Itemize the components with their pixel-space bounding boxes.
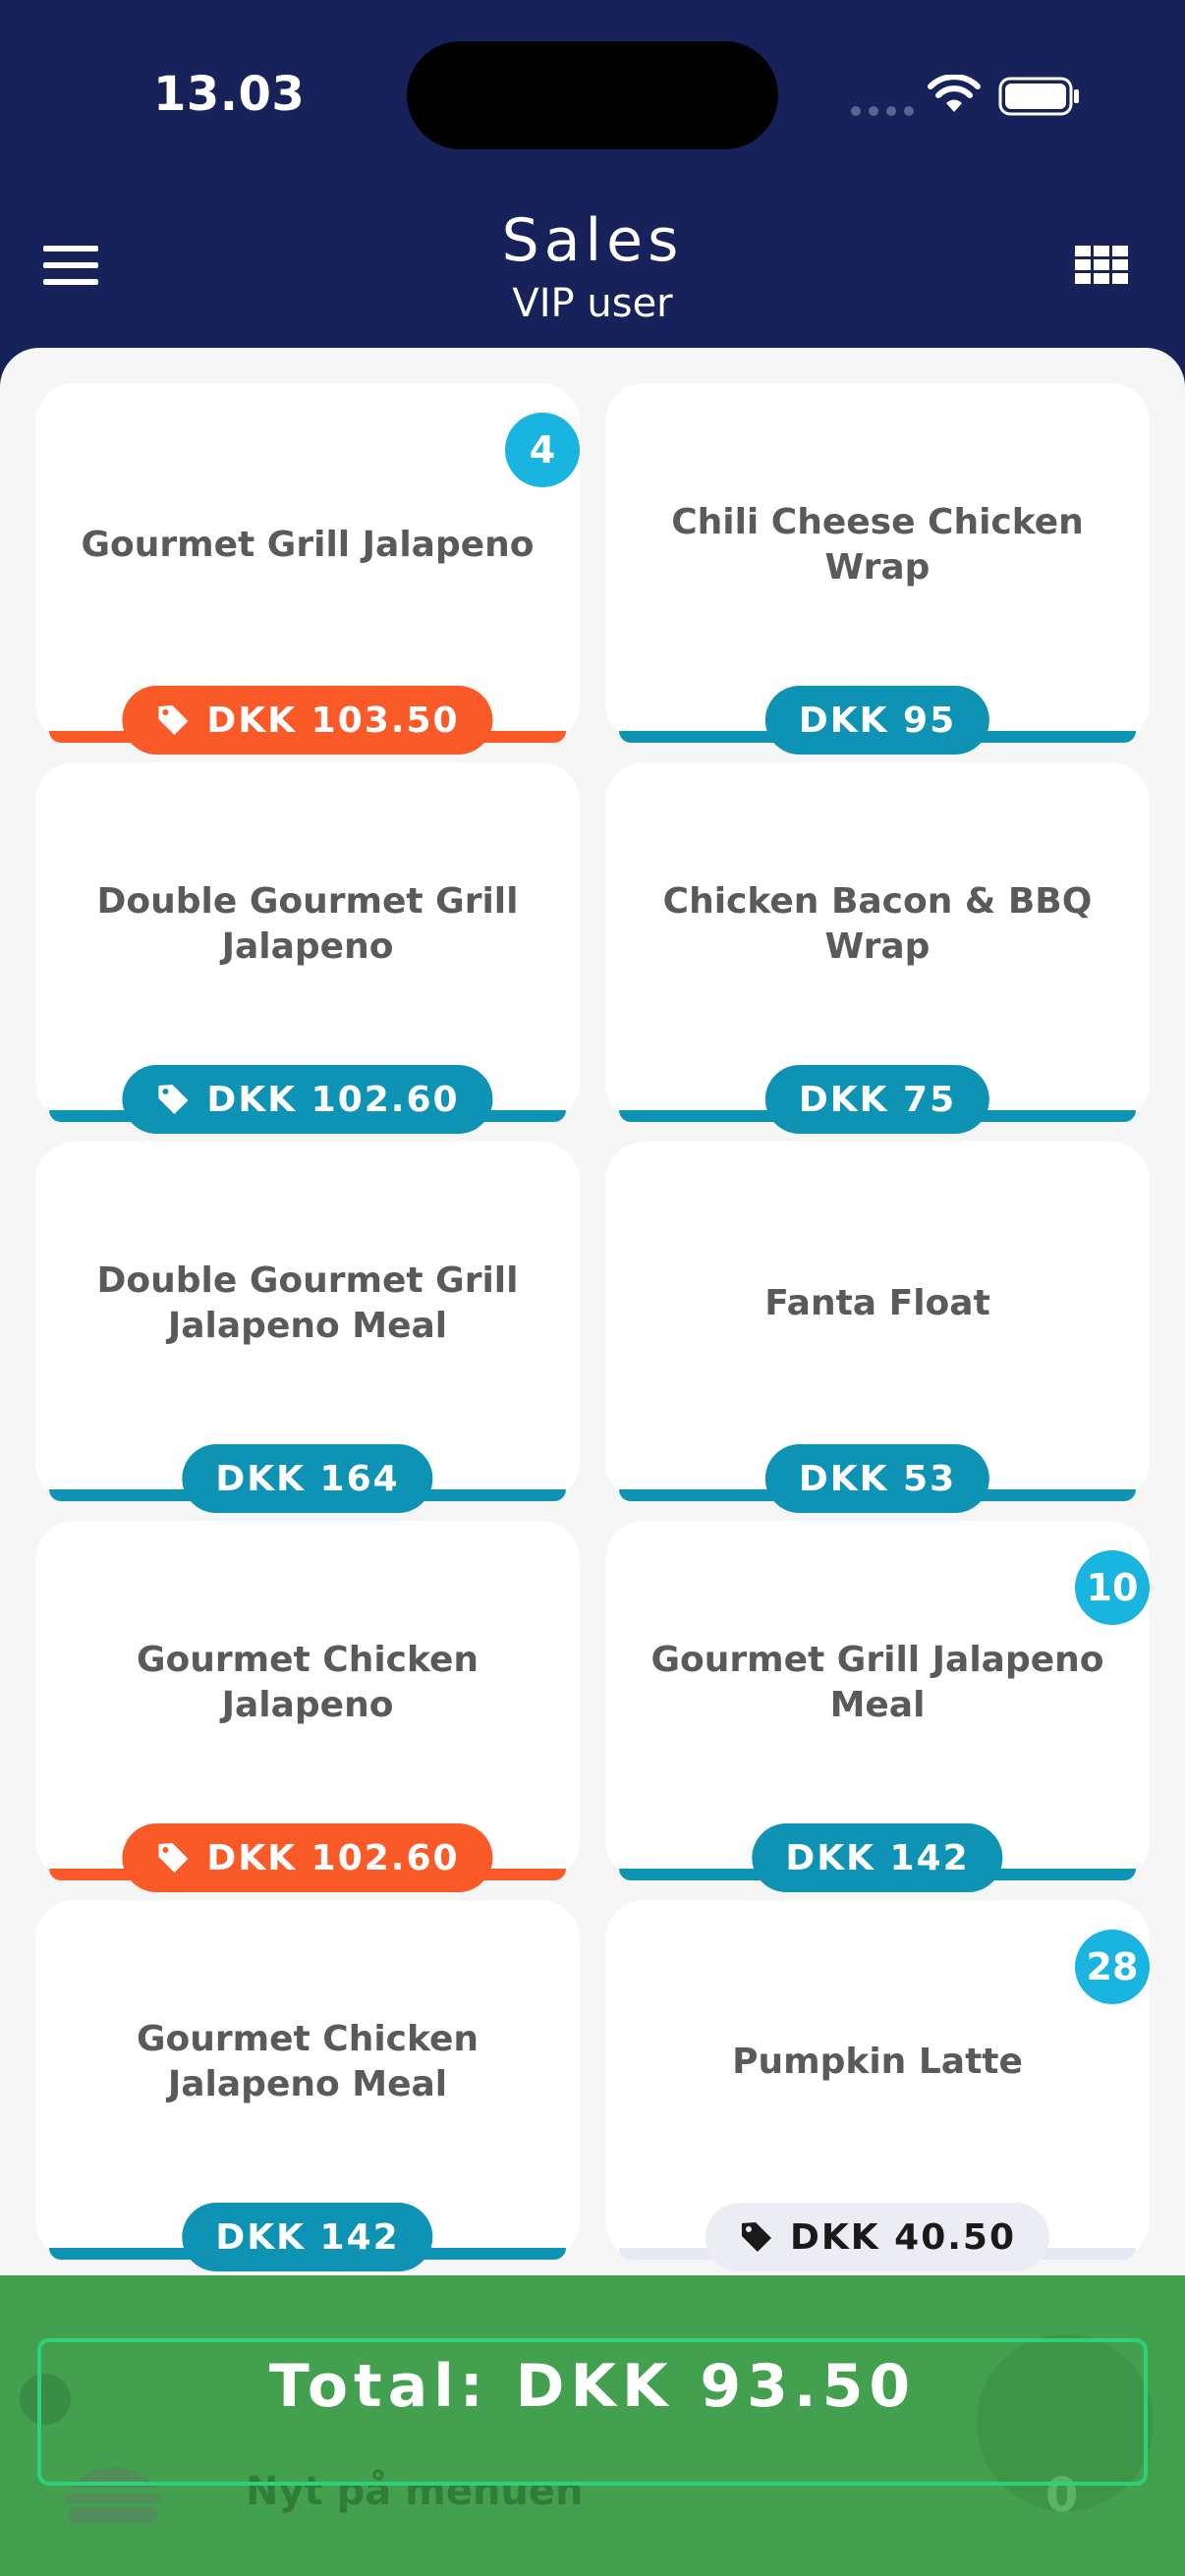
price-tag-icon: [155, 1082, 191, 1117]
price-pill: DKK 103.50: [122, 686, 493, 755]
price-pill: DKK 75: [764, 1065, 990, 1134]
quantity-badge: 10: [1075, 1550, 1150, 1625]
product-card[interactable]: Gourmet Chicken Jalapeno Meal DKK 142: [35, 1900, 580, 2271]
product-card[interactable]: Gourmet Grill Jalapeno Meal DKK 142 10: [605, 1521, 1150, 1892]
product-card[interactable]: Chicken Bacon & BBQ Wrap DKK 75: [605, 762, 1150, 1134]
product-name: Gourmet Chicken Jalapeno: [136, 1640, 480, 1725]
price-label: DKK 75: [798, 1079, 957, 1120]
price-tag-icon: [155, 1840, 191, 1876]
wifi-icon: [928, 75, 981, 112]
battery-icon: [998, 77, 1079, 116]
price-pill: DKK 95: [764, 686, 990, 755]
price-pill: DKK 102.60: [122, 1065, 493, 1134]
price-tag-icon: [155, 702, 191, 738]
cart-footer: Nyt på menuen 0 Total: DKK 93.50: [0, 2275, 1185, 2576]
price-label: DKK 95: [798, 700, 957, 741]
product-card[interactable]: Double Gourmet Grill Jalapeno Meal DKK 16…: [35, 1142, 580, 1513]
product-name: Chili Cheese Chicken Wrap: [671, 502, 1084, 588]
product-card[interactable]: Chili Cheese Chicken Wrap DKK 95: [605, 383, 1150, 755]
price-pill: DKK 53: [764, 1444, 990, 1513]
price-label: DKK 103.50: [206, 700, 460, 741]
product-card[interactable]: Pumpkin Latte DKK 40.50 28: [605, 1900, 1150, 2271]
page-title: Sales: [501, 206, 684, 275]
price-tag-icon: [739, 2219, 774, 2255]
product-name: Fanta Float: [764, 1283, 990, 1323]
price-label: DKK 102.60: [206, 1079, 460, 1120]
price-pill: DKK 142: [182, 2203, 433, 2271]
quantity-badge: 28: [1075, 1930, 1150, 2004]
price-label: DKK 164: [215, 1458, 400, 1499]
product-card[interactable]: Gourmet Chicken Jalapeno DKK 102.60: [35, 1521, 580, 1892]
price-label: DKK 40.50: [789, 2216, 1017, 2258]
status-time: 13.03: [153, 67, 306, 122]
product-name: Gourmet Chicken Jalapeno Meal: [136, 2019, 480, 2104]
price-label: DKK 142: [215, 2216, 400, 2258]
product-card[interactable]: Fanta Float DKK 53: [605, 1142, 1150, 1513]
price-label: DKK 142: [785, 1837, 970, 1878]
price-pill: DKK 102.60: [122, 1823, 493, 1892]
cellular-signal-icon: [851, 106, 914, 116]
page-subtitle: VIP user: [512, 281, 673, 326]
price-pill: DKK 142: [752, 1823, 1003, 1892]
product-name: Double Gourmet Grill Jalapeno Meal: [96, 1260, 519, 1346]
product-name: Gourmet Grill Jalapeno Meal: [650, 1640, 1104, 1725]
product-grid: Gourmet Grill Jalapeno DKK 103.50 4 Chili C…: [0, 348, 1185, 2576]
product-card[interactable]: Double Gourmet Grill Jalapeno DKK 102.60: [35, 762, 580, 1134]
product-name: Chicken Bacon & BBQ Wrap: [662, 881, 1093, 967]
price-pill: DKK 164: [182, 1444, 433, 1513]
total-label: Total: DKK 93.50: [268, 2352, 917, 2421]
quantity-badge: 4: [505, 413, 580, 487]
total-button[interactable]: Total: DKK 93.50: [37, 2338, 1148, 2486]
price-label: DKK 102.60: [206, 1837, 460, 1878]
app-header: 13.03 Sales VIP user: [0, 0, 1185, 393]
product-card[interactable]: Gourmet Grill Jalapeno DKK 103.50 4: [35, 383, 580, 755]
price-pill: DKK 40.50: [705, 2203, 1050, 2271]
grid-view-icon[interactable]: [1075, 246, 1130, 287]
product-name: Double Gourmet Grill Jalapeno: [96, 881, 519, 967]
dynamic-island: [407, 41, 778, 149]
product-name: Pumpkin Latte: [732, 2042, 1023, 2082]
price-label: DKK 53: [798, 1458, 957, 1499]
product-name: Gourmet Grill Jalapeno: [81, 525, 535, 565]
